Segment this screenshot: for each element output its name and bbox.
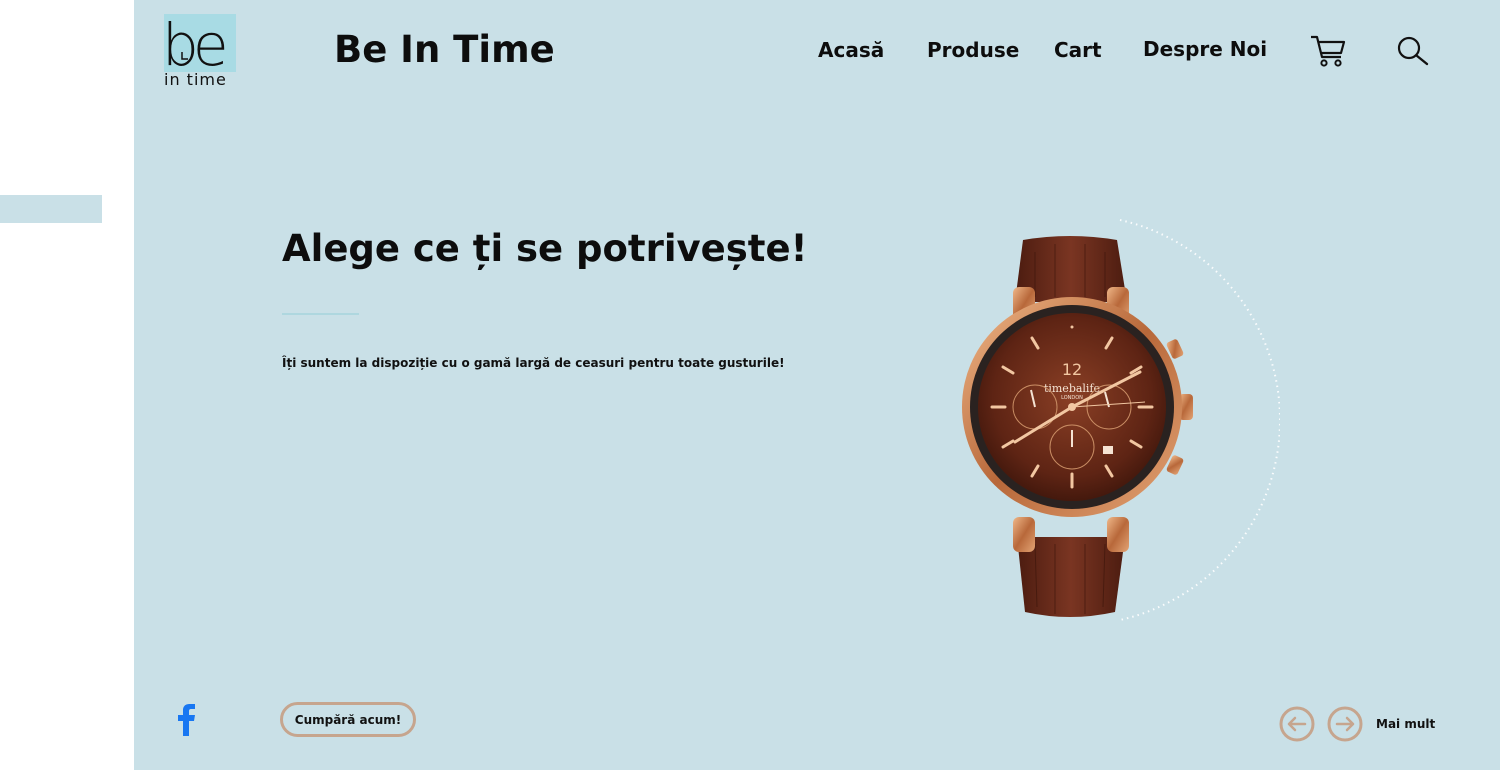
nav-item-produse[interactable]: Produse [927, 36, 1019, 64]
watch-image: 12 timebalife LONDON [962, 236, 1193, 617]
hero-divider [282, 313, 359, 315]
main-panel [134, 0, 1500, 770]
logo-clock-hands-icon [181, 52, 188, 60]
facebook-icon[interactable] [174, 700, 198, 738]
watch-twelve: 12 [1062, 360, 1082, 379]
logo-subtext: in time [164, 70, 227, 89]
hero-headline: Alege ce ți se potrivește! [282, 227, 808, 270]
buy-now-button[interactable]: Cumpără acum! [280, 702, 416, 737]
left-side-tab[interactable] [0, 195, 102, 223]
logo[interactable]: be in time [162, 11, 238, 90]
nav-item-despre-noi[interactable]: Despre Noi [1143, 35, 1267, 63]
hero-subtext: Îți suntem la dispoziție cu o gamă largă… [282, 356, 785, 370]
logo-text: be [162, 11, 228, 79]
watch-sub-text: LONDON [1061, 395, 1083, 401]
nav-item-cart[interactable]: Cart [1054, 36, 1102, 64]
page: be in time Be In Time Acasă Produse Cart… [0, 0, 1500, 770]
search-icon[interactable] [1397, 36, 1429, 66]
brand-name: Be In Time [334, 28, 555, 71]
more-link[interactable]: Mai mult [1376, 716, 1435, 732]
cart-icon[interactable] [1310, 34, 1346, 68]
left-strip [0, 0, 134, 770]
arrow-right-icon[interactable] [1327, 706, 1363, 742]
nav-item-acasa[interactable]: Acasă [818, 36, 884, 64]
arrow-left-icon[interactable] [1279, 706, 1315, 742]
